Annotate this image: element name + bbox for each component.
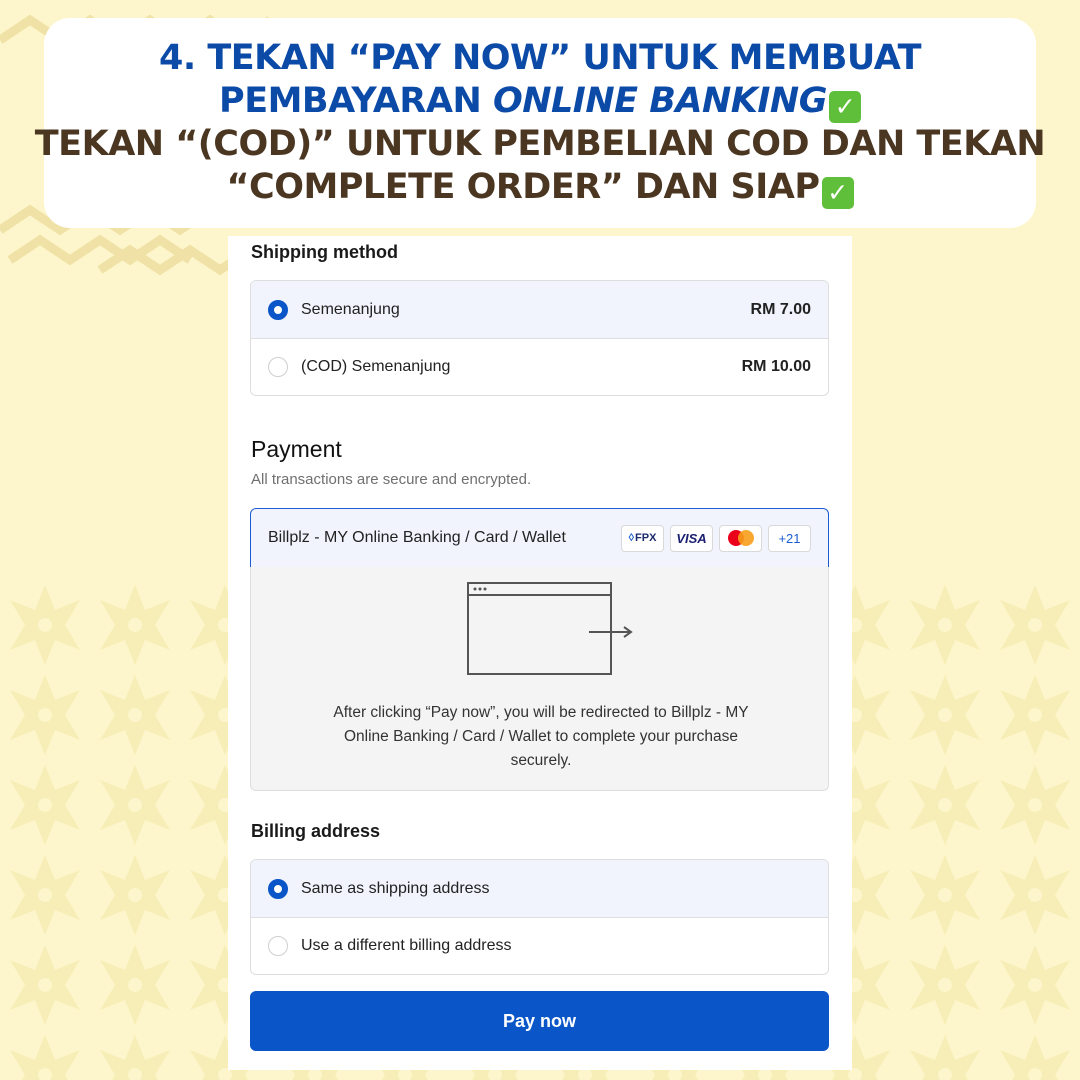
payment-redirect-info: After clicking “Pay now”, you will be re… <box>250 567 829 791</box>
pay-now-button[interactable]: Pay now <box>250 991 829 1051</box>
shipping-option-cod-semenanjung[interactable]: (COD) Semenanjung RM 10.00 <box>251 338 828 395</box>
banner-line-4-text: “COMPLETE ORDER” DAN SIAP <box>226 167 821 207</box>
fpx-logo-icon: ◊ FPX <box>621 524 664 552</box>
payment-subtitle: All transactions are secure and encrypte… <box>251 471 532 488</box>
shipping-method-title: Shipping method <box>251 242 398 262</box>
radio-unselected-icon[interactable] <box>268 357 288 377</box>
check-mark-icon: ✓ <box>828 91 861 123</box>
radio-unselected-icon[interactable] <box>268 936 288 956</box>
billing-option-different[interactable]: Use a different billing address <box>251 917 828 974</box>
billing-option-same[interactable]: Same as shipping address <box>251 860 828 918</box>
billing-option-label: Use a different billing address <box>301 937 512 954</box>
banner-line-2: PEMBAYARAN ONLINE BANKING ✓ <box>219 80 861 123</box>
browser-redirect-icon <box>467 582 633 675</box>
shipping-option-price: RM 10.00 <box>741 358 811 375</box>
visa-logo-icon: VISA <box>670 524 713 552</box>
checkout-panel: Shipping method Semenanjung RM 7.00 (COD… <box>228 236 852 1070</box>
shipping-option-price: RM 7.00 <box>750 300 811 318</box>
billing-option-label: Same as shipping address <box>301 879 490 897</box>
radio-selected-icon[interactable] <box>268 878 288 899</box>
banner-line-3: TEKAN “(COD)” UNTUK PEMBELIAN COD DAN TE… <box>34 124 1046 164</box>
shipping-option-label: (COD) Semenanjung <box>301 358 451 375</box>
redirect-message: After clicking “Pay now”, you will be re… <box>333 704 749 769</box>
radio-selected-icon[interactable] <box>268 299 288 320</box>
payment-method-label: Billplz - MY Online Banking / Card / Wal… <box>268 529 566 546</box>
mastercard-logo-icon <box>719 524 762 552</box>
banner-line-2-italic: ONLINE BANKING <box>492 81 827 121</box>
billing-options: Same as shipping address Use a different… <box>250 859 829 975</box>
billing-address-title: Billing address <box>251 821 381 841</box>
banner-line-1: 4. TEKAN “PAY NOW” UNTUK MEMBUAT <box>159 38 922 78</box>
shipping-option-semenanjung[interactable]: Semenanjung RM 7.00 <box>251 281 828 339</box>
banner-line-4: “COMPLETE ORDER” DAN SIAP ✓ <box>227 166 854 209</box>
payment-title: Payment <box>251 436 342 462</box>
instruction-banner: 4. TEKAN “PAY NOW” UNTUK MEMBUAT PEMBAYA… <box>35 18 1046 228</box>
more-payment-methods-badge: +21 <box>768 524 811 552</box>
payment-badges: ◊ FPX VISA +21 <box>621 524 811 552</box>
shipping-options: Semenanjung RM 7.00 (COD) Semenanjung RM… <box>250 280 829 396</box>
shipping-option-label: Semenanjung <box>301 300 400 318</box>
check-mark-icon: ✓ <box>821 177 854 209</box>
banner-line-2-prefix: PEMBAYARAN <box>219 81 493 121</box>
payment-method-billplz[interactable]: Billplz - MY Online Banking / Card / Wal… <box>250 508 829 568</box>
